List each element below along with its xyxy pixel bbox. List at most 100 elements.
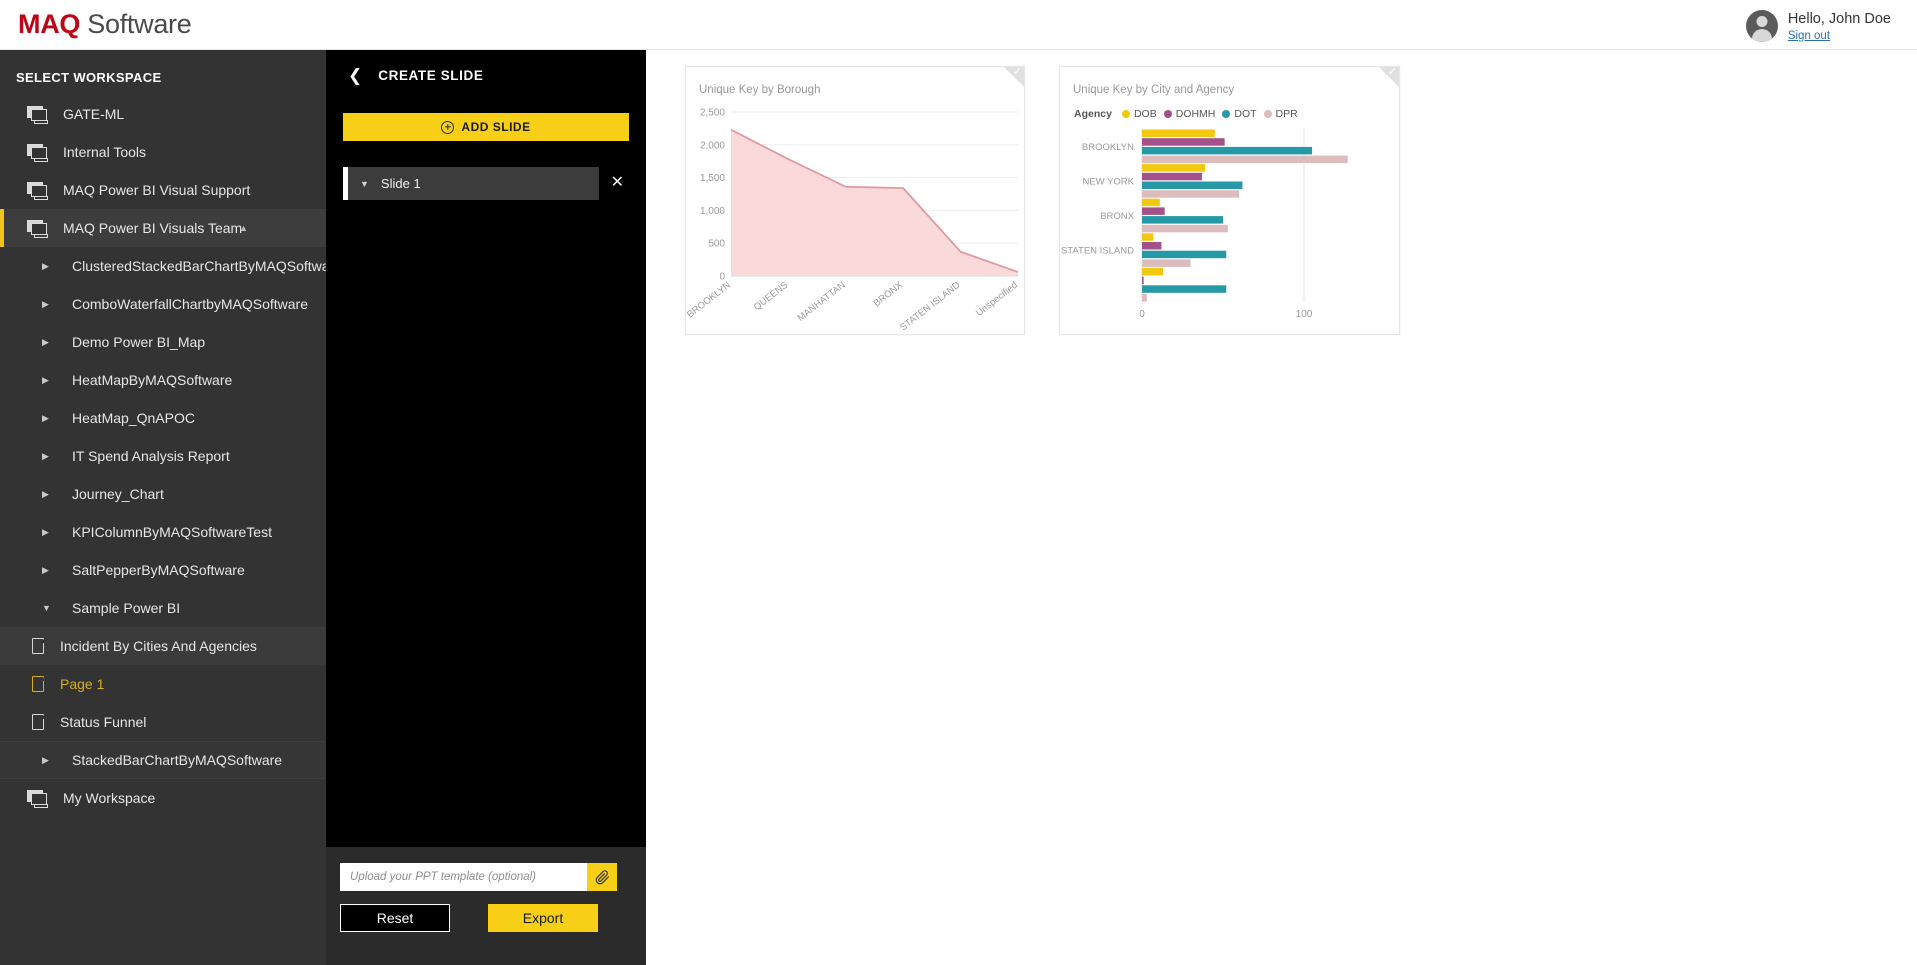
sidebar-item-label: KPIColumnByMAQSoftwareTest (72, 524, 272, 540)
sidebar-item-label: Page 1 (60, 676, 105, 692)
sidebar-item-label: Internal Tools (63, 144, 147, 160)
svg-text:NEW YORK: NEW YORK (1082, 176, 1134, 187)
logo-software-text: Software (80, 9, 192, 39)
sidebar-item-label: SaltPepperByMAQSoftware (72, 562, 245, 578)
chevron-right-icon: ▶ (42, 336, 49, 347)
sidebar-item-label: Demo Power BI_Map (72, 334, 206, 350)
svg-text:QUEENS: QUEENS (752, 280, 790, 313)
sidebar-item-label: HeatMap_QnAPOC (72, 410, 195, 426)
visual-card-unique-key-by-borough[interactable]: Unique Key by Borough 05001,0001,5002,00… (685, 65, 1025, 335)
sidebar-report-clusteredstackedbarchart[interactable]: ▶ ClusteredStackedBarChartByMAQSoftware (0, 247, 326, 285)
svg-text:2,000: 2,000 (700, 140, 725, 151)
sidebar-item-label: Journey_Chart (72, 486, 164, 502)
sidebar-page-status-funnel[interactable]: Status Funnel (0, 703, 326, 741)
svg-text:BRONX: BRONX (872, 279, 906, 309)
sidebar-item-label: Incident By Cities And Agencies (60, 638, 257, 654)
sidebar-report-combowaterfallchart[interactable]: ▶ ComboWaterfallChartbyMAQSoftware (0, 285, 326, 323)
upload-template-group (340, 863, 617, 891)
paperclip-icon (595, 869, 609, 884)
sidebar-report-sample-power-bi[interactable]: ▼ Sample Power BI (0, 589, 326, 627)
chevron-right-icon: ▶ (42, 450, 49, 461)
svg-text:BROOKLYN: BROOKLYN (686, 280, 733, 321)
select-workspace-heading: SELECT WORKSPACE (16, 70, 162, 85)
sidebar-item-label: ComboWaterfallChartbyMAQSoftware (72, 296, 309, 312)
sidebar-item-maq-power-bi-visuals-team[interactable]: MAQ Power BI Visuals Team ▲ (0, 209, 326, 247)
report-canvas: Unique Key by Borough 05001,0001,5002,00… (646, 50, 1917, 965)
sidebar-report-demo-power-bi-map[interactable]: ▶ Demo Power BI_Map (0, 323, 326, 361)
panel-footer: Reset Export (326, 847, 646, 965)
sidebar-item-label: IT Spend Analysis Report (72, 448, 230, 464)
sidebar-report-journey-chart[interactable]: ▶ Journey_Chart (0, 475, 326, 513)
workspace-icon (27, 219, 49, 238)
svg-text:MANHATTAN: MANHATTAN (795, 280, 847, 324)
svg-text:100: 100 (1296, 309, 1313, 320)
sidebar-item-label: My Workspace (63, 790, 156, 806)
user-menu[interactable]: Hello, John Doe Sign out (1745, 6, 1891, 46)
sidebar-report-stackedbarchart[interactable]: ▶ StackedBarChartByMAQSoftware (0, 741, 326, 779)
sidebar-report-saltpepper[interactable]: ▶ SaltPepperByMAQSoftware (0, 551, 326, 589)
sidebar-report-heatmap-qnapoc[interactable]: ▶ HeatMap_QnAPOC (0, 399, 326, 437)
svg-text:BRONX: BRONX (1100, 211, 1134, 222)
sidebar-report-kpicolumn-test[interactable]: ▶ KPIColumnByMAQSoftwareTest (0, 513, 326, 551)
chevron-up-icon[interactable]: ▲ (239, 223, 248, 233)
sidebar-page-incident-by-cities-and-agencies[interactable]: Incident By Cities And Agencies (0, 627, 326, 665)
chevron-right-icon: ▶ (42, 260, 49, 271)
attach-file-button[interactable] (587, 863, 617, 891)
chevron-right-icon: ▶ (42, 374, 49, 385)
sidebar-item-label: GATE-ML (63, 106, 125, 122)
workspace-icon (27, 181, 49, 200)
create-slide-panel: ❮ CREATE SLIDE ADD SLIDE ▼ Slide 1 ✕ Res… (326, 50, 646, 965)
workspace-icon (27, 143, 49, 162)
sidebar-item-label: ClusteredStackedBarChartByMAQSoftware (72, 258, 326, 274)
ppt-template-input[interactable] (340, 863, 587, 891)
chevron-down-icon: ▼ (42, 603, 51, 613)
add-slide-label: ADD SLIDE (461, 120, 531, 134)
svg-text:STATEN ISLAND: STATEN ISLAND (1061, 246, 1134, 257)
svg-text:Unspecified: Unspecified (974, 280, 1020, 319)
svg-text:1,000: 1,000 (700, 206, 725, 217)
sidebar-report-heatmapbymaqsoftware[interactable]: ▶ HeatMapByMAQSoftware (0, 361, 326, 399)
sidebar-item-gate-ml[interactable]: GATE-ML (0, 95, 326, 133)
slide-list-item[interactable]: ▼ Slide 1 (343, 167, 599, 200)
sidebar-page-page-1[interactable]: Page 1 (0, 665, 326, 703)
sidebar-item-label: StackedBarChartByMAQSoftware (72, 752, 283, 768)
chevron-right-icon: ▶ (42, 488, 49, 499)
page-icon (32, 637, 45, 654)
export-button[interactable]: Export (488, 904, 598, 932)
page-icon (32, 713, 45, 730)
logo-maq-text: MAQ (18, 9, 81, 39)
workspace-icon (27, 105, 49, 124)
sidebar-nav: GATE-ML Internal Tools MAQ Power BI Visu… (0, 95, 326, 817)
panel-title: CREATE SLIDE (378, 68, 484, 83)
plus-circle-icon (441, 120, 455, 134)
add-slide-button[interactable]: ADD SLIDE (343, 113, 629, 141)
chevron-right-icon: ▶ (42, 754, 49, 765)
reset-button[interactable]: Reset (340, 904, 450, 932)
svg-text:STATEN ISLAND: STATEN ISLAND (898, 280, 962, 334)
app-logo: MAQ Software (18, 9, 192, 40)
sidebar-report-it-spend-analysis[interactable]: ▶ IT Spend Analysis Report (0, 437, 326, 475)
sign-out-link[interactable]: Sign out (1788, 29, 1891, 43)
chevron-down-icon[interactable]: ▼ (360, 179, 369, 189)
svg-text:2,500: 2,500 (700, 108, 725, 119)
panel-header: ❮ CREATE SLIDE (326, 50, 646, 84)
close-icon[interactable]: ✕ (611, 175, 624, 191)
sidebar-item-maq-power-bi-visual-support[interactable]: MAQ Power BI Visual Support (0, 171, 326, 209)
area-chart: 05001,0001,5002,0002,500BROOKLYN QUEENS MA… (686, 108, 1020, 334)
sidebar-item-label: MAQ Power BI Visual Support (63, 182, 251, 198)
workspace-sidebar[interactable]: SELECT WORKSPACE GATE-ML Internal Tools … (0, 50, 326, 965)
chevron-right-icon: ▶ (42, 412, 49, 423)
chevron-right-icon: ▶ (42, 564, 49, 575)
svg-text:1,500: 1,500 (700, 173, 725, 184)
sidebar-item-my-workspace[interactable]: My Workspace (0, 779, 326, 817)
sidebar-item-label: HeatMapByMAQSoftware (72, 372, 233, 388)
slide-label: Slide 1 (380, 176, 421, 191)
chevron-left-icon[interactable]: ❮ (348, 67, 362, 84)
svg-text:0: 0 (1139, 309, 1145, 320)
svg-text:500: 500 (708, 239, 725, 250)
svg-text:BROOKLYN: BROOKLYN (1082, 142, 1134, 153)
user-avatar-icon (1745, 10, 1778, 42)
sidebar-item-internal-tools[interactable]: Internal Tools (0, 133, 326, 171)
sidebar-item-label: Sample Power BI (72, 600, 181, 616)
visual-card-unique-key-by-city-and-agency[interactable]: Unique Key by City and Agency Agency DOB… (1059, 65, 1400, 335)
